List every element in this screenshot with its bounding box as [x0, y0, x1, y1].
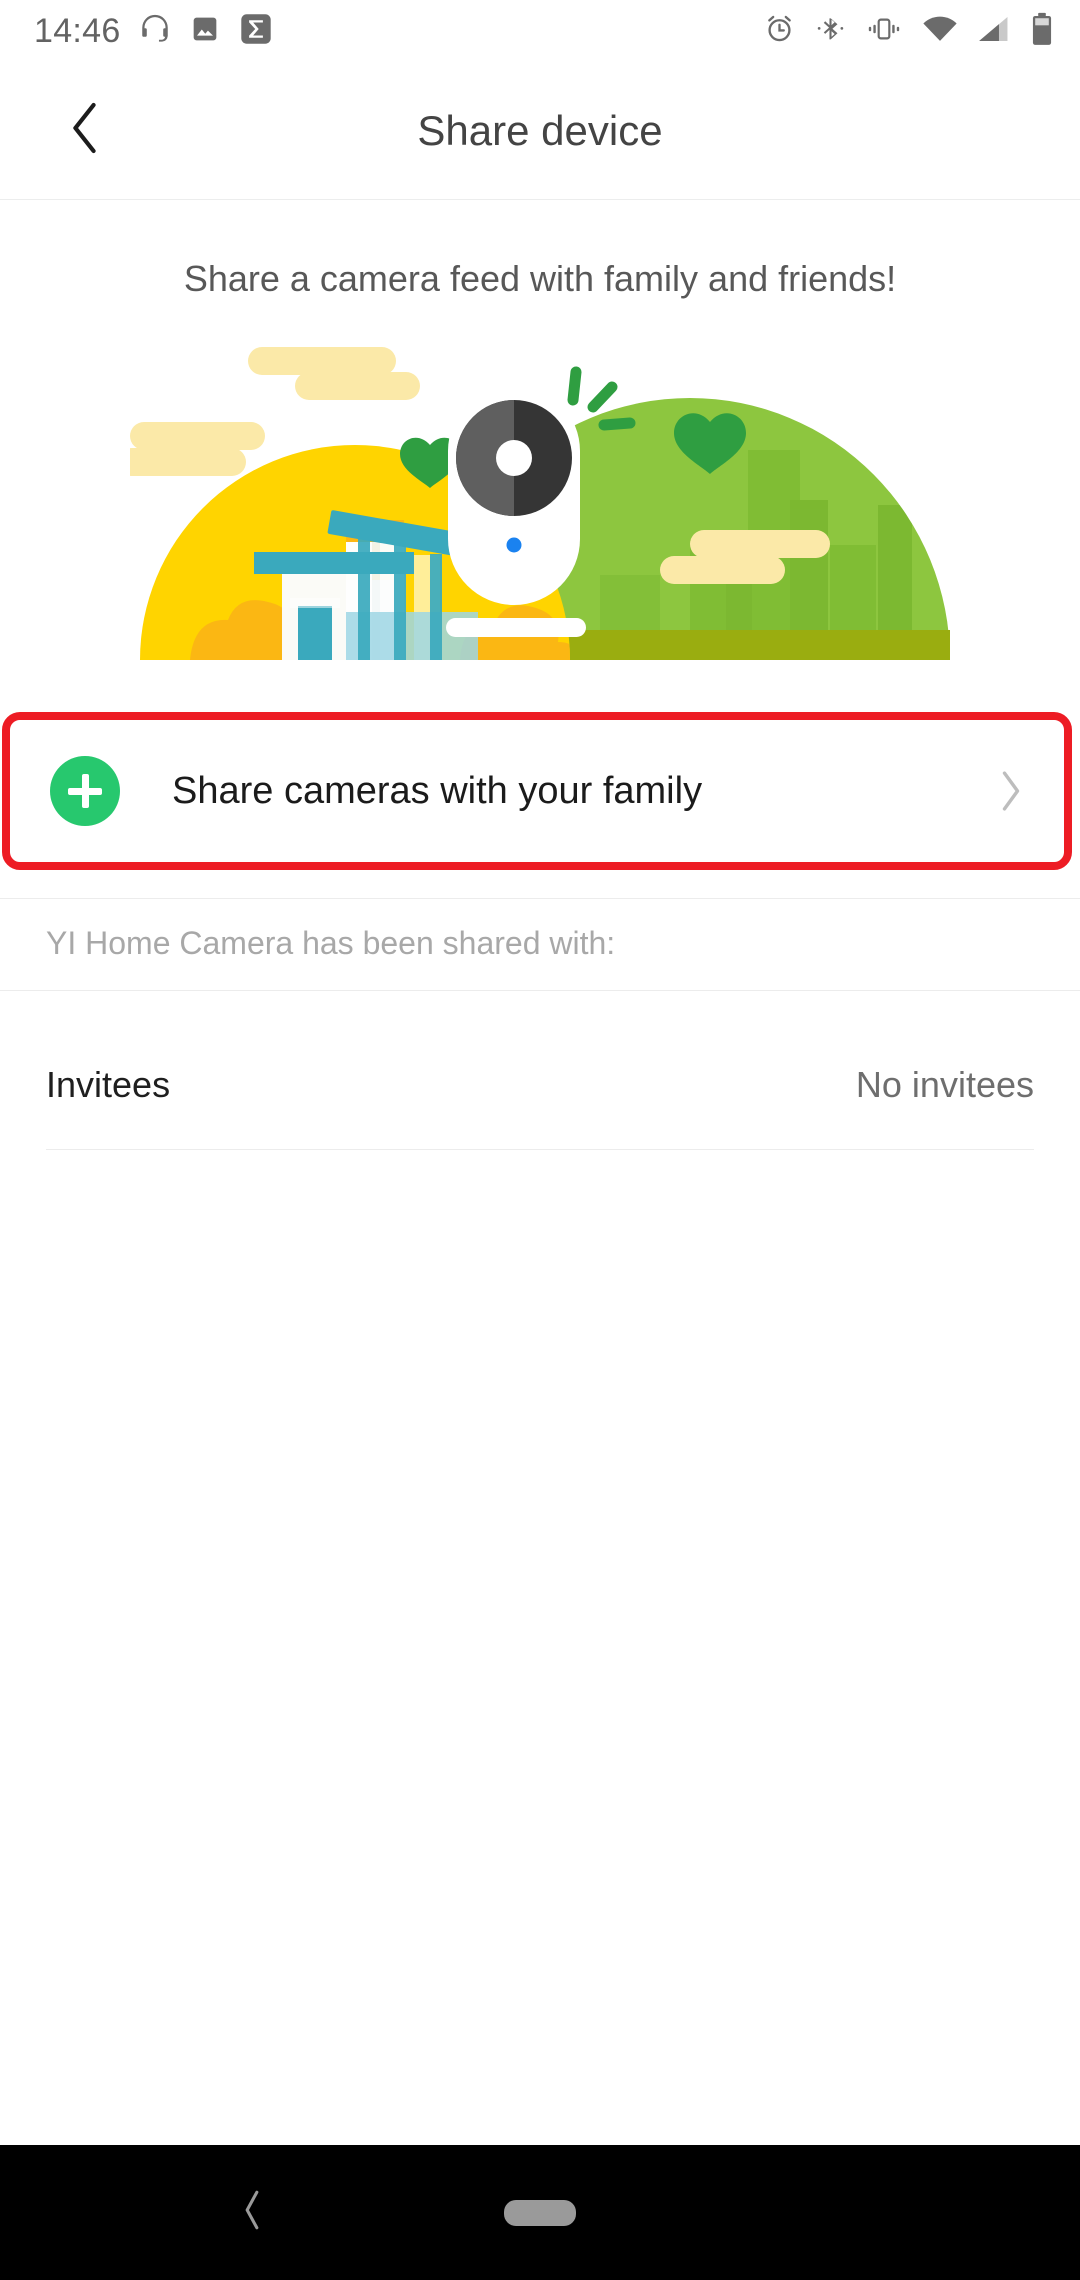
divider-above-shared: [0, 898, 1080, 899]
shared-with-heading: YI Home Camera has been shared with:: [46, 925, 616, 961]
empty-content-area: [0, 1150, 1080, 2150]
image-icon: [189, 13, 221, 50]
illustration-svg: [130, 347, 950, 660]
cellular-signal-icon: [977, 14, 1011, 49]
status-bar-clock: 14:46: [34, 11, 121, 50]
invitees-row[interactable]: Invitees No invitees: [46, 1020, 1034, 1150]
chevron-right-icon: [998, 768, 1024, 814]
nav-back-icon: [239, 2189, 265, 2236]
page-title: Share device: [417, 106, 663, 154]
share-cameras-row[interactable]: Share cameras with your family: [10, 720, 1064, 862]
page-subtitle: Share a camera feed with family and frie…: [183, 258, 897, 299]
system-navigation-bar: [0, 2145, 1080, 2280]
plus-circle-icon: [50, 756, 120, 826]
share-cameras-label: Share cameras with your family: [172, 769, 703, 812]
headset-icon: [138, 12, 172, 51]
sigma-app-icon: [238, 11, 274, 52]
invitees-value: No invitees: [855, 1063, 1034, 1105]
nav-home-pill[interactable]: [504, 2199, 576, 2226]
wifi-icon: [922, 14, 958, 49]
share-camera-illustration: [0, 330, 1080, 660]
invitees-label: Invitees: [46, 1063, 171, 1105]
status-bar-right: [763, 12, 1054, 51]
vibrate-icon: [865, 13, 903, 50]
battery-icon: [1030, 12, 1054, 51]
bluetooth-icon: [815, 13, 846, 49]
app-bar: Share device: [0, 62, 1080, 200]
nav-back-button[interactable]: [222, 2183, 282, 2243]
divider-below-shared-heading: [0, 990, 1080, 991]
status-bar-left: 14:46: [34, 11, 274, 52]
screen-share-device: 14:46 Share device Share a camera feed w…: [0, 0, 1080, 2280]
alarm-icon: [763, 12, 796, 50]
status-bar: 14:46: [0, 0, 1080, 62]
share-cameras-highlight: Share cameras with your family: [2, 712, 1072, 870]
